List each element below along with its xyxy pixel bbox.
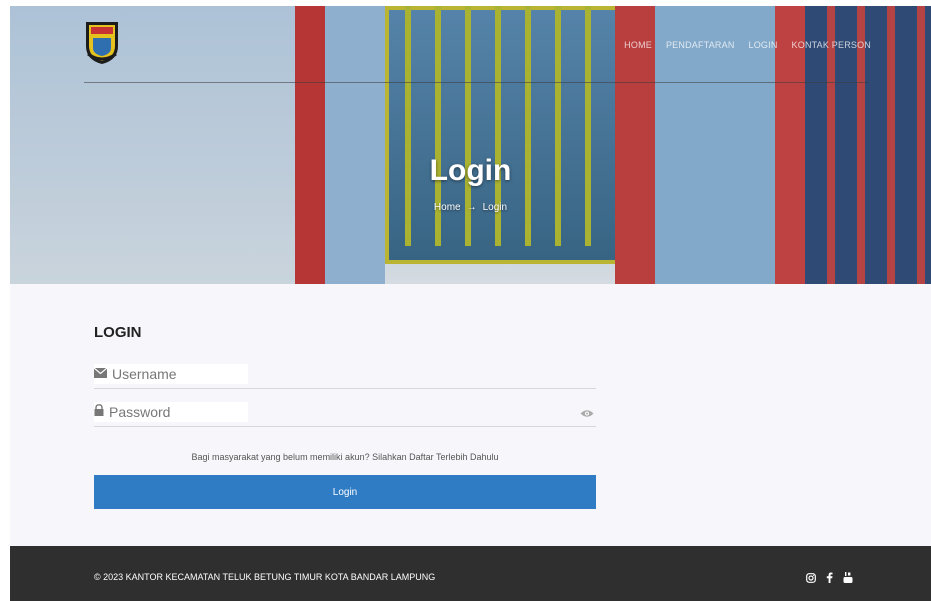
nav-pendaftaran[interactable]: PENDAFTARAN — [666, 40, 735, 50]
register-hint: Bagi masyarakat yang belum memiliki akun… — [191, 452, 499, 462]
page-title: Login — [429, 154, 512, 187]
city-emblem-logo[interactable] — [82, 16, 122, 66]
breadcrumb: Home → Login — [10, 202, 931, 213]
breadcrumb-home[interactable]: Home — [434, 202, 461, 213]
nav-login[interactable]: LOGIN — [749, 40, 778, 50]
breadcrumb-current: Login — [482, 202, 508, 213]
login-heading: LOGIN — [94, 324, 142, 341]
social-links — [806, 570, 853, 588]
footer-copyright: © 2023 KANTOR KECAMATAN TELUK BETUNG TIM… — [94, 572, 436, 582]
username-field — [93, 364, 596, 389]
youtube-icon[interactable] — [843, 570, 853, 588]
login-button[interactable]: Login — [94, 475, 596, 509]
nav-kontak-person[interactable]: KONTAK PERSON — [792, 40, 871, 50]
lock-icon — [94, 403, 104, 421]
username-input[interactable] — [112, 366, 242, 382]
instagram-icon[interactable] — [806, 570, 816, 588]
envelope-icon — [93, 365, 108, 383]
main-nav: HOME PENDAFTARAN LOGIN KONTAK PERSON — [624, 40, 871, 50]
password-field — [94, 402, 596, 427]
facebook-icon[interactable] — [826, 570, 833, 588]
footer: © 2023 KANTOR KECAMATAN TELUK BETUNG TIM… — [10, 546, 931, 601]
username-box — [93, 364, 248, 384]
eye-icon[interactable] — [580, 405, 594, 423]
nav-divider — [84, 82, 869, 83]
login-section: LOGIN Bagi masyarakat yang belum memilik… — [10, 284, 931, 546]
hero-banner: HOME PENDAFTARAN LOGIN KONTAK PERSON Log… — [10, 6, 931, 284]
nav-home[interactable]: HOME — [624, 40, 652, 50]
password-box — [94, 402, 248, 422]
password-input[interactable] — [109, 404, 239, 420]
breadcrumb-arrow-icon: → — [466, 202, 477, 213]
